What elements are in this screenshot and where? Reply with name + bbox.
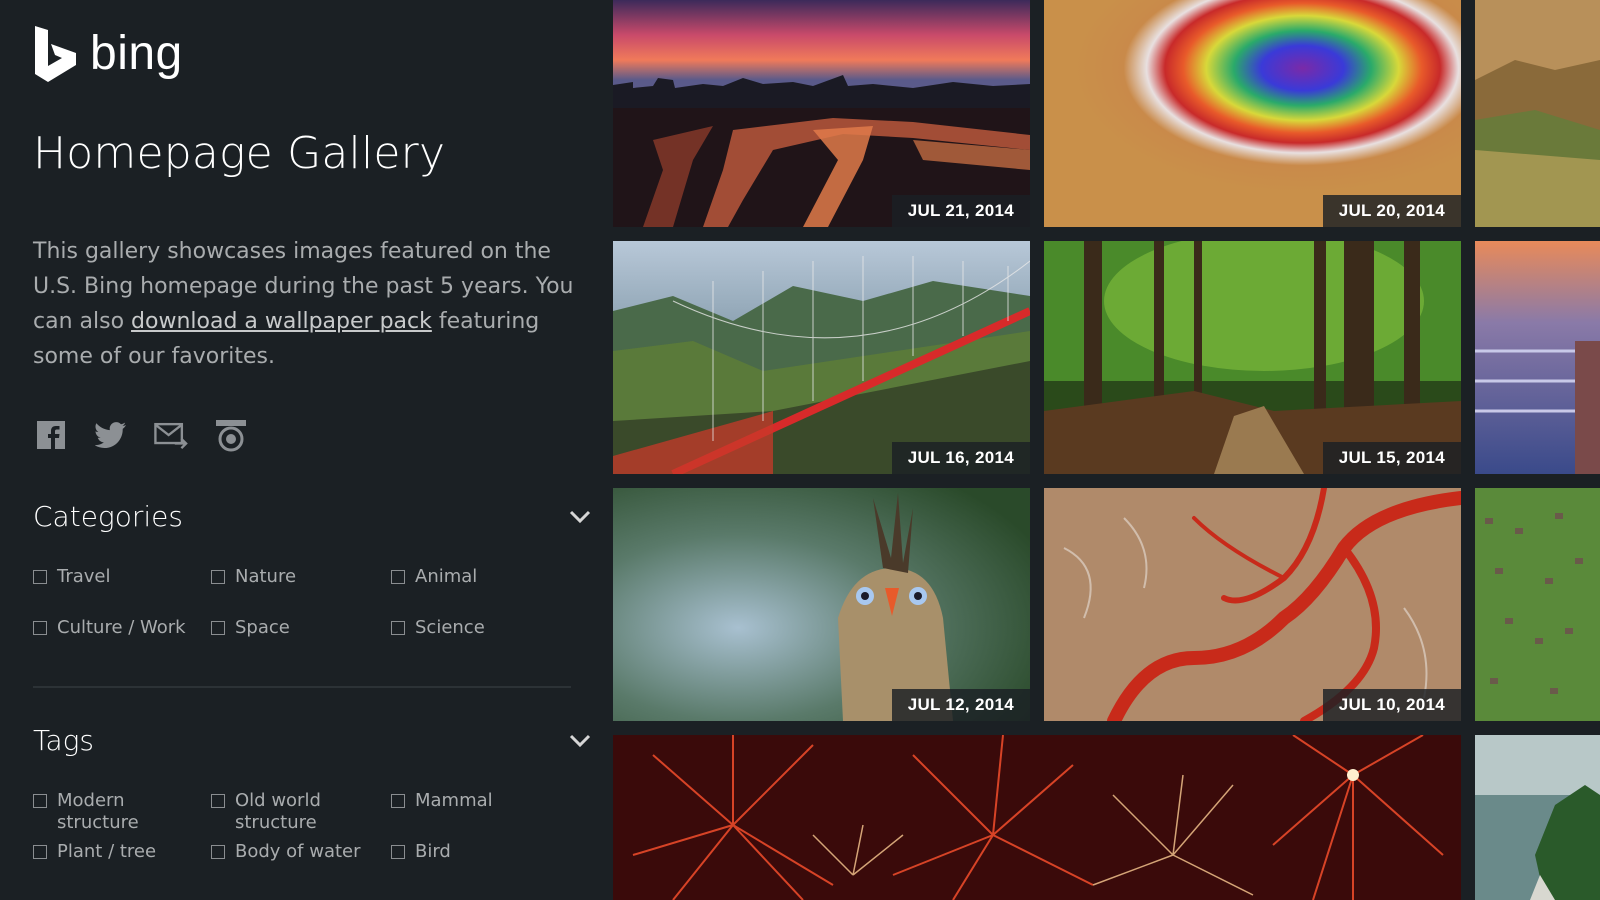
bing-logo-text: bing [90,27,183,80]
image-date-badge: JUL 12, 2014 [891,689,1030,721]
tag-bird[interactable]: Bird [391,841,451,863]
image-date-badge: JUL 21, 2014 [891,195,1030,227]
forest-image [1044,241,1461,474]
checkbox[interactable] [33,570,47,584]
checkbox[interactable] [33,794,47,808]
categories-title: Categories [33,500,183,533]
category-culture-work[interactable]: Culture / Work [33,617,186,639]
chevron-down-icon[interactable] [567,508,593,526]
city-bridges-image [1475,241,1600,474]
tag-plant-tree[interactable]: Plant / tree [33,841,156,863]
checkbox[interactable] [33,621,47,635]
checkbox-label: Bird [415,841,451,862]
city-lanterns-image [613,0,1030,227]
bridge-image [613,241,1030,474]
share-row [34,418,248,452]
crater-image [1044,0,1461,227]
checkbox-label: Modern structure [57,790,139,833]
twitter-share-button[interactable] [94,418,128,452]
bing-logo-icon [35,26,76,82]
gallery-tile-bridge[interactable]: JUL 16, 2014 [613,241,1030,474]
red-river-image [1044,488,1461,721]
checkbox-label: Nature [235,566,297,587]
email-share-button[interactable] [154,418,188,452]
tags-title: Tags [33,724,95,757]
herd-image [1475,488,1600,721]
image-date-badge: JUL 10, 2014 [1322,689,1461,721]
checkbox[interactable] [211,845,225,859]
gallery-tile-bird[interactable]: JUL 12, 2014 [613,488,1030,721]
gallery-tile-fireworks[interactable] [613,735,1461,900]
download-wallpaper-link[interactable]: download a wallpaper pack [131,309,432,334]
checkbox[interactable] [211,794,225,808]
chevron-down-icon[interactable] [567,732,593,750]
checkbox-label: Plant / tree [57,841,157,862]
category-science[interactable]: Science [391,617,485,639]
gallery-tile-canyon[interactable] [1475,0,1600,227]
island-image [1475,735,1600,900]
category-animal[interactable]: Animal [391,566,477,588]
gallery-description: This gallery showcases images featured o… [33,234,593,374]
image-gallery: JUL 21, 2014 JUL 20, 2014 JUL 16, 2014 J… [613,0,1600,900]
checkbox[interactable] [33,845,47,859]
image-date-badge: JUL 16, 2014 [891,442,1030,474]
checkbox[interactable] [211,621,225,635]
gallery-tile-city-bridges[interactable] [1475,241,1600,474]
checkbox-label: Mammal [415,790,493,811]
section-divider [33,686,571,688]
checkbox-label: Science [415,617,485,638]
image-date-badge: JUL 20, 2014 [1322,195,1461,227]
fireworks-image [613,735,1461,900]
category-space[interactable]: Space [211,617,290,639]
bird-image [613,488,1030,721]
checkbox-label: Space [235,617,290,638]
gallery-tile-crater[interactable]: JUL 20, 2014 [1044,0,1461,227]
twitter-icon [95,422,126,448]
rss-share-button[interactable] [214,418,248,452]
tag-old-world-structure[interactable]: Old world structure [211,790,351,834]
facebook-icon [37,421,65,449]
gallery-tile-city-lanterns[interactable]: JUL 21, 2014 [613,0,1030,227]
canyon-image [1475,0,1600,227]
checkbox[interactable] [391,845,405,859]
checkbox-label: Body of water [235,841,361,862]
gallery-tile-forest[interactable]: JUL 15, 2014 [1044,241,1461,474]
checkbox[interactable] [391,570,405,584]
category-travel[interactable]: Travel [33,566,111,588]
checkbox-label: Culture / Work [57,617,186,638]
categories-header[interactable]: Categories [33,500,591,533]
gallery-tile-red-river[interactable]: JUL 10, 2014 [1044,488,1461,721]
gallery-tile-herd[interactable] [1475,488,1600,721]
email-share-icon [154,422,188,450]
facebook-share-button[interactable] [34,418,68,452]
checkbox[interactable] [391,621,405,635]
checkbox[interactable] [391,794,405,808]
rss-icon [216,420,246,452]
sidebar: bing Homepage Gallery This gallery showc… [0,0,612,900]
tag-body-of-water[interactable]: Body of water [211,841,361,863]
category-nature[interactable]: Nature [211,566,296,588]
tag-modern-structure[interactable]: Modern structure [33,790,173,834]
checkbox-label: Old world structure [235,790,321,833]
checkbox-label: Animal [415,566,478,587]
gallery-tile-island[interactable] [1475,735,1600,900]
checkbox[interactable] [211,570,225,584]
page-title: Homepage Gallery [33,128,446,179]
tags-header[interactable]: Tags [33,724,591,757]
image-date-badge: JUL 15, 2014 [1322,442,1461,474]
checkbox-label: Travel [57,566,111,587]
bing-logo[interactable]: bing [32,24,183,84]
tag-mammal[interactable]: Mammal [391,790,493,812]
